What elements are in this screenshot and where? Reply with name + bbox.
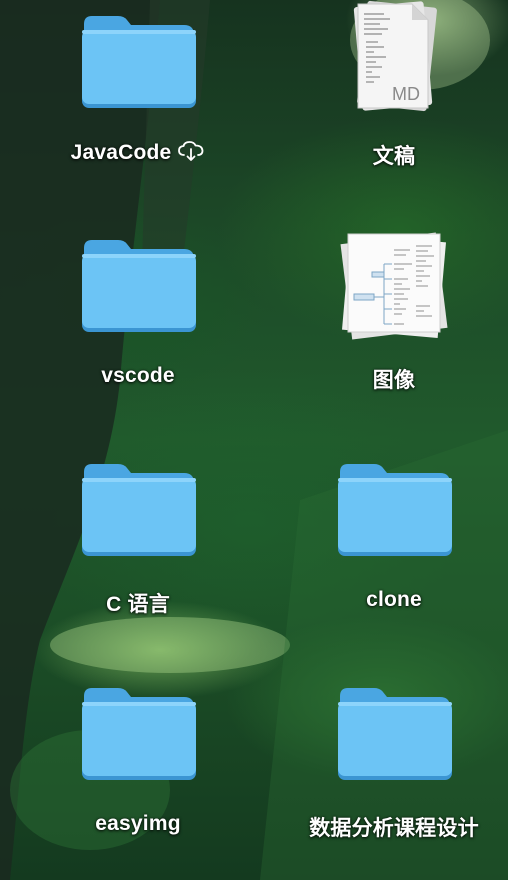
desktop-item-documents[interactable]: MD 文稿: [294, 0, 494, 180]
svg-text:MD: MD: [392, 84, 420, 104]
desktop-item-data-analysis-course[interactable]: 数据分析课程设计: [294, 672, 494, 852]
desktop-item-javacode[interactable]: JavaCode: [38, 0, 238, 180]
desktop-item-easyimg[interactable]: easyimg: [38, 672, 238, 852]
desktop-item-label: JavaCode: [70, 141, 172, 164]
folder-icon: [78, 10, 198, 117]
desktop-item-label: clone: [366, 588, 422, 611]
desktop-item-vscode[interactable]: vscode: [38, 224, 238, 404]
desktop-item-label: C 语言: [106, 593, 170, 616]
desktop-item-clone[interactable]: clone: [294, 448, 494, 628]
folder-icon: [334, 458, 454, 565]
cloud-download-icon[interactable]: [177, 140, 205, 168]
desktop-item-label: easyimg: [95, 812, 181, 835]
folder-icon: [78, 682, 198, 789]
folder-icon: [78, 234, 198, 341]
desktop: JavaCode MD 文稿 vscode 图像 C 语言 clone easy…: [0, 0, 508, 880]
desktop-item-images[interactable]: 图像: [294, 224, 494, 404]
desktop-item-label: vscode: [101, 364, 175, 387]
folder-icon: [78, 458, 198, 565]
desktop-item-c-language[interactable]: C 语言: [38, 448, 238, 628]
image-stack-icon: [332, 224, 456, 347]
desktop-item-label: 数据分析课程设计: [309, 817, 479, 840]
desktop-item-label: 文稿: [372, 145, 416, 168]
folder-icon: [334, 682, 454, 789]
desktop-item-label: 图像: [372, 369, 416, 392]
document-stack-icon: MD: [344, 0, 444, 123]
